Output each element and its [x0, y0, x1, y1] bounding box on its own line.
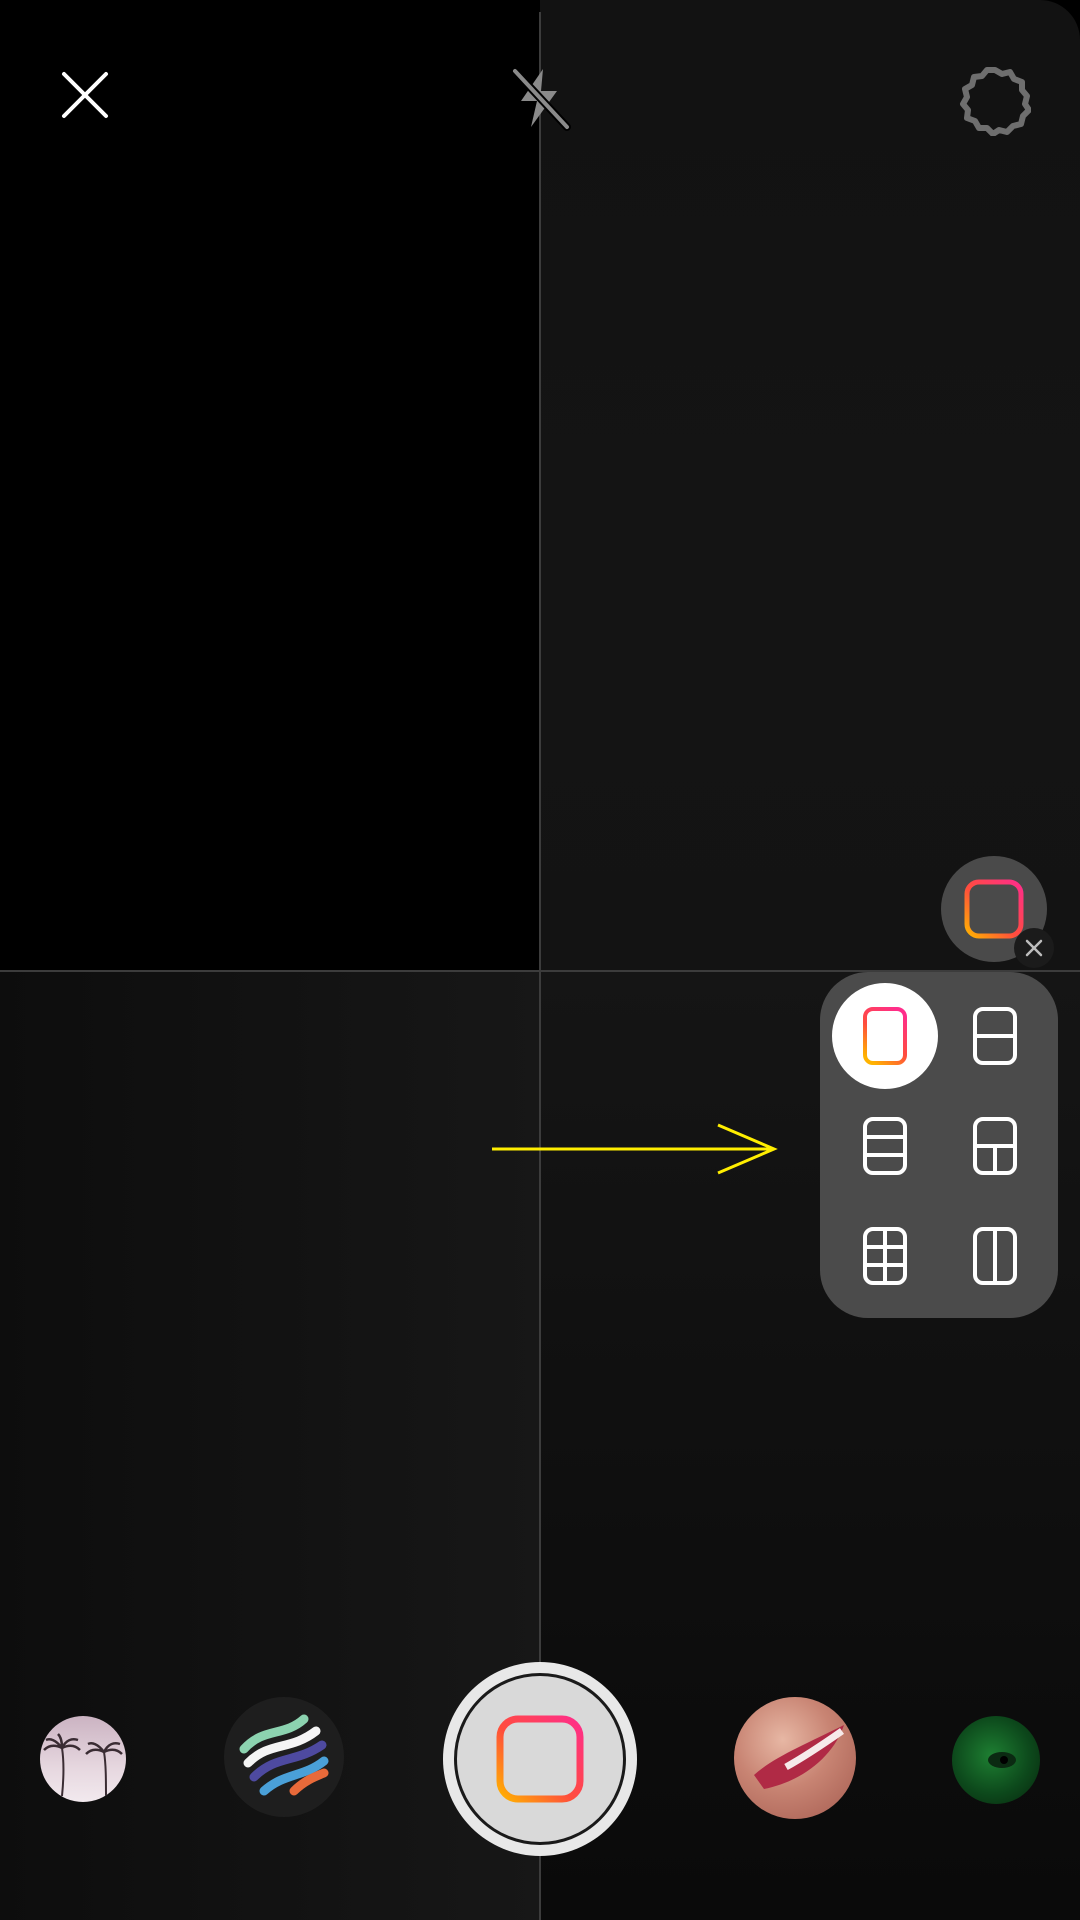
effect-color-waves[interactable]: [224, 1697, 344, 1817]
horizontal-3-icon: [863, 1117, 907, 1175]
layout-capture-icon: [496, 1715, 584, 1803]
effect-lips[interactable]: [734, 1697, 856, 1819]
grid-2x2-icon: [863, 1007, 907, 1065]
camera-screen: [0, 0, 1080, 1920]
layout-option-grid-1-top-2-bottom[interactable]: [942, 1093, 1048, 1199]
close-small-icon: [1025, 939, 1043, 957]
green-face-icon: [988, 1752, 1016, 1768]
layout-cell-top-right[interactable]: [540, 0, 1080, 971]
layout-option-horizontal-3[interactable]: [832, 1093, 938, 1199]
lips-icon: [754, 1725, 845, 1789]
close-icon: [62, 72, 108, 118]
capture-button[interactable]: [443, 1662, 637, 1856]
effect-palm-trees[interactable]: [40, 1716, 126, 1802]
layout-icon: [964, 879, 1024, 939]
grid-2x3-icon: [863, 1227, 907, 1285]
grid-divider-vertical: [539, 12, 541, 1920]
layout-option-vertical-2[interactable]: [942, 1203, 1048, 1309]
flash-off-icon: [511, 67, 571, 131]
close-button[interactable]: [50, 60, 120, 130]
settings-gear-icon: [960, 67, 1031, 136]
vertical-2-icon: [973, 1227, 1017, 1285]
horizontal-2-icon: [973, 1007, 1017, 1065]
layout-picker: [820, 972, 1058, 1318]
close-layout-button[interactable]: [1014, 928, 1054, 968]
effect-green-face[interactable]: [952, 1716, 1040, 1804]
settings-button[interactable]: [955, 60, 1035, 140]
layout-option-horizontal-2[interactable]: [942, 983, 1048, 1089]
layout-option-grid-2x3[interactable]: [832, 1203, 938, 1309]
palm-trees-icon: [43, 1733, 123, 1801]
flash-toggle-button[interactable]: [500, 58, 580, 138]
layout-option-grid-2x2[interactable]: [832, 983, 938, 1089]
annotation-arrow-icon: [492, 1123, 778, 1175]
layout-cell-top-left[interactable]: [0, 0, 540, 971]
color-waves-icon: [239, 1714, 329, 1796]
grid-1-top-2-bottom-icon: [973, 1117, 1017, 1175]
capture-button-ring: [454, 1673, 626, 1845]
